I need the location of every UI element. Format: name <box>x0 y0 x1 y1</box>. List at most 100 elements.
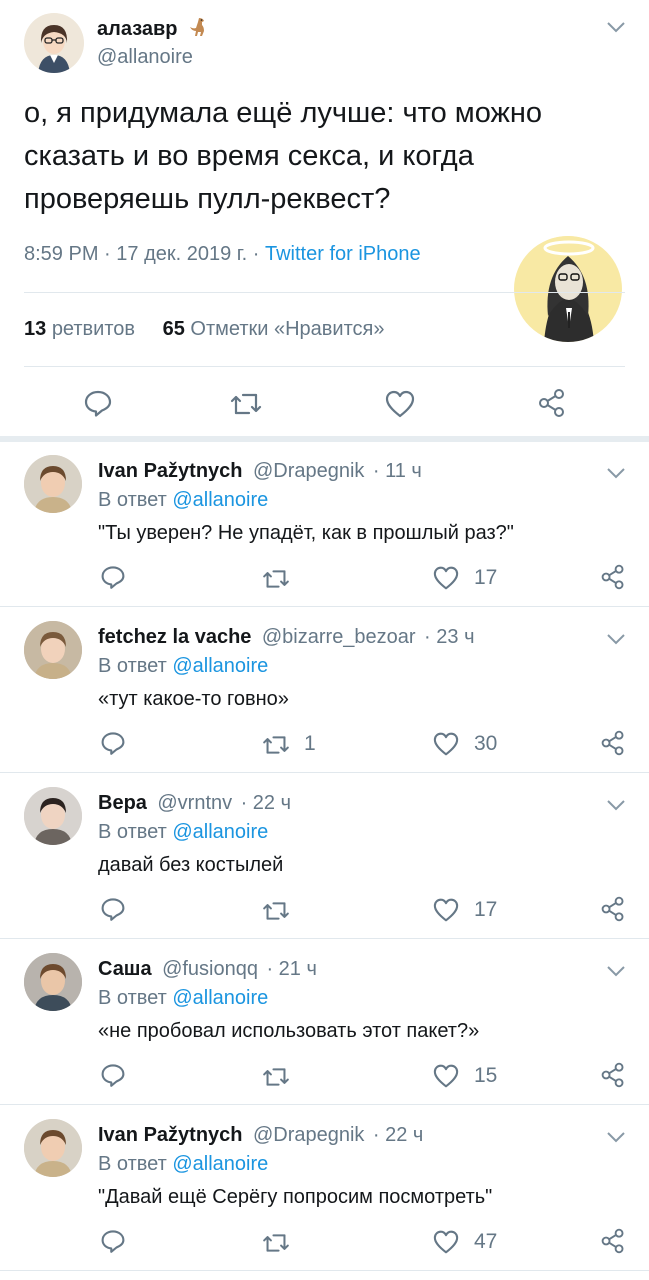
reply-author-handle[interactable]: @vrntnv <box>157 792 232 814</box>
reply-like-count: 17 <box>474 898 498 921</box>
reply-to-link[interactable]: @allanoire <box>172 987 268 1009</box>
reply-author-name[interactable]: fetchez la vache <box>98 626 251 648</box>
divider <box>24 292 625 293</box>
share-icon[interactable] <box>600 730 626 761</box>
retweets-stat[interactable]: 13 ретвитов <box>24 318 141 340</box>
reply-context: В ответ @allanoire <box>98 821 268 844</box>
author-avatar[interactable] <box>24 13 84 73</box>
reply-time[interactable]: · 21 ч <box>266 958 316 980</box>
reply-like-count: 47 <box>474 1230 498 1253</box>
retweet-icon[interactable] <box>229 391 263 422</box>
reply-context: В ответ @allanoire <box>98 489 268 512</box>
tweet-text: о, я придумала ещё лучше: что можно сказ… <box>24 92 634 221</box>
like-icon[interactable] <box>433 1230 459 1259</box>
share-icon[interactable] <box>537 388 567 423</box>
dinosaur-emoji-icon <box>187 16 209 44</box>
separator: · <box>252 243 260 265</box>
retweets-count: 13 <box>24 318 47 340</box>
chevron-down-icon[interactable] <box>605 1130 627 1144</box>
reply-icon[interactable] <box>100 896 126 927</box>
reply-to-link[interactable]: @allanoire <box>172 821 268 843</box>
like-icon[interactable] <box>433 898 459 927</box>
reply-to-link[interactable]: @allanoire <box>172 655 268 677</box>
likes-count: 65 <box>162 318 185 340</box>
like-icon[interactable] <box>433 1064 459 1093</box>
reply-to-link[interactable]: @allanoire <box>172 489 268 511</box>
reply-author-name[interactable]: Саша <box>98 958 152 980</box>
reply-text: «не пробовал использовать этот пакет?» <box>98 1020 480 1042</box>
share-icon[interactable] <box>600 564 626 595</box>
retweets-label: ретвитов <box>51 318 136 340</box>
reply-icon[interactable] <box>100 1062 126 1093</box>
tweet-time[interactable]: 8:59 PM <box>24 243 98 265</box>
reply-time[interactable]: · 11 ч <box>373 460 422 482</box>
reply-icon[interactable] <box>100 1228 126 1259</box>
reply-time[interactable]: · 23 ч <box>424 626 474 648</box>
reply-prefix: В ответ <box>98 821 167 843</box>
author-handle[interactable]: @allanoire <box>97 46 193 69</box>
divider <box>24 366 625 367</box>
reply-avatar[interactable] <box>24 1119 82 1177</box>
share-icon[interactable] <box>600 1228 626 1259</box>
reply-header: fetchez la vache @bizarre_bezoar · 23 ч <box>98 626 475 649</box>
reply-time[interactable]: · 22 ч <box>373 1124 423 1146</box>
reply-to-link[interactable]: @allanoire <box>172 1153 268 1175</box>
divider <box>0 1270 649 1271</box>
reply-prefix: В ответ <box>98 1153 167 1175</box>
reply-retweet-count: 1 <box>304 732 316 755</box>
separator: · <box>104 243 111 265</box>
retweet-icon[interactable] <box>261 568 291 595</box>
reply-text: "Давай ещё Серёгу попросим посмотреть" <box>98 1186 493 1208</box>
reply-context: В ответ @allanoire <box>98 1153 268 1176</box>
reply-prefix: В ответ <box>98 655 167 677</box>
divider <box>0 772 649 773</box>
reply-header: Вера @vrntnv · 22 ч <box>98 792 291 815</box>
author-name[interactable]: алазавр <box>97 16 209 44</box>
retweet-icon[interactable] <box>261 1232 291 1259</box>
reply-author-handle[interactable]: @Drapegnik <box>253 1124 364 1146</box>
reply-icon[interactable] <box>100 730 126 761</box>
divider <box>0 938 649 939</box>
reply-avatar[interactable] <box>24 953 82 1011</box>
reply-author-handle[interactable]: @bizarre_bezoar <box>262 626 416 648</box>
chevron-down-icon[interactable] <box>605 20 627 34</box>
reply-header: Ivan Pažytnych @Drapegnik · 22 ч <box>98 1124 423 1147</box>
chevron-down-icon[interactable] <box>605 964 627 978</box>
reply-author-handle[interactable]: @Drapegnik <box>253 460 364 482</box>
divider <box>0 1104 649 1105</box>
reply-author-handle[interactable]: @fusionqq <box>162 958 258 980</box>
reply-avatar[interactable] <box>24 787 82 845</box>
reply-avatar[interactable] <box>24 621 82 679</box>
share-icon[interactable] <box>600 896 626 927</box>
likes-stat[interactable]: 65 Отметки «Нравится» <box>163 318 385 340</box>
like-icon[interactable] <box>433 566 459 595</box>
retweet-icon[interactable] <box>261 1066 291 1093</box>
reply-header: Ivan Pažytnych @Drapegnik · 11 ч <box>98 460 422 483</box>
chevron-down-icon[interactable] <box>605 632 627 646</box>
reply-icon[interactable] <box>100 564 126 595</box>
reply-icon[interactable] <box>83 388 113 423</box>
reply-time[interactable]: · 22 ч <box>241 792 291 814</box>
reply-author-name[interactable]: Ivan Pažytnych <box>98 460 243 482</box>
reply-author-name[interactable]: Вера <box>98 792 147 814</box>
like-icon[interactable] <box>433 732 459 761</box>
retweet-icon[interactable] <box>261 900 291 927</box>
reply-prefix: В ответ <box>98 987 167 1009</box>
reply-like-count: 17 <box>474 566 498 589</box>
reply-avatar[interactable] <box>24 455 82 513</box>
reply-text: давай без костылей <box>98 854 284 876</box>
tweet-source-link[interactable]: Twitter for iPhone <box>265 243 421 265</box>
reply-text: «тут какое-то говно» <box>98 688 289 710</box>
reply-context: В ответ @allanoire <box>98 655 268 678</box>
chevron-down-icon[interactable] <box>605 798 627 812</box>
tweet-date[interactable]: 17 дек. 2019 г. <box>116 243 247 265</box>
chevron-down-icon[interactable] <box>605 466 627 480</box>
share-icon[interactable] <box>600 1062 626 1093</box>
reply-author-name[interactable]: Ivan Pažytnych <box>98 1124 243 1146</box>
tweet-text-line: сказать и во время секса, и когда <box>24 140 474 172</box>
reply-like-count: 30 <box>474 732 498 755</box>
tweet-timestamp: 8:59 PM · 17 дек. 2019 г. · Twitter for … <box>24 243 421 266</box>
like-icon[interactable] <box>385 390 415 423</box>
reply-header: Саша @fusionqq · 21 ч <box>98 958 317 981</box>
retweet-icon[interactable] <box>261 734 291 761</box>
